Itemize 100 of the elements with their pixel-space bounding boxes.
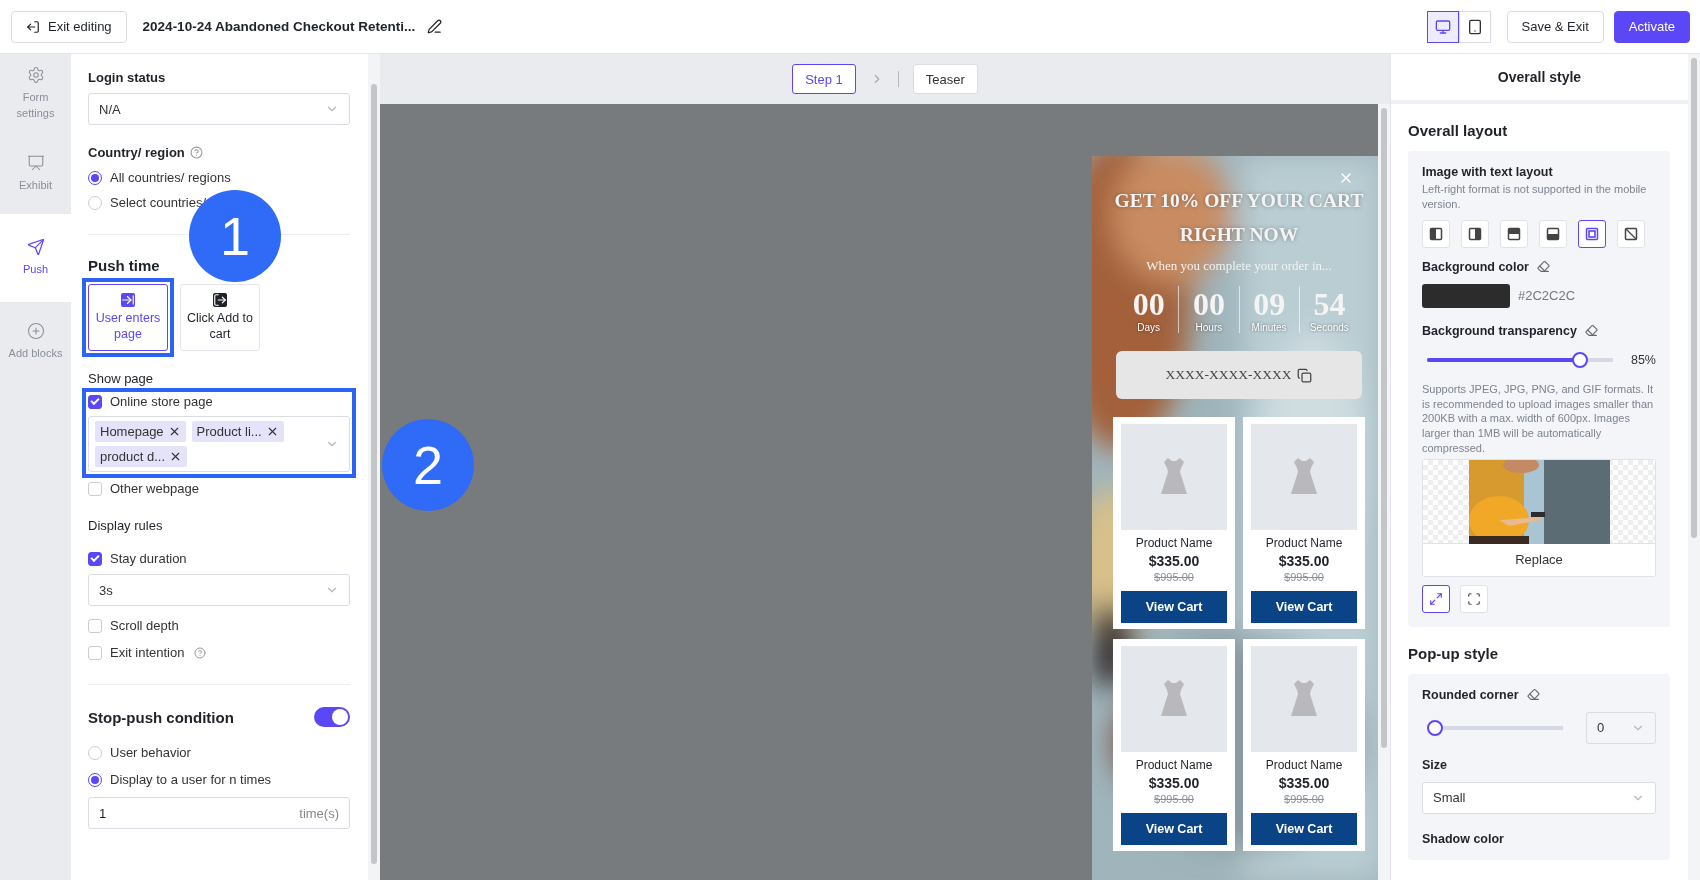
- countdown-value: 00: [1132, 286, 1165, 322]
- countdown-unit: Days: [1137, 322, 1160, 333]
- scrollbar[interactable]: [1378, 104, 1390, 880]
- field-label: Login status: [88, 70, 167, 85]
- original-price: $995.00: [1154, 793, 1194, 805]
- checkbox[interactable]: [88, 551, 102, 566]
- product-price: $335.00: [1148, 553, 1200, 569]
- help-icon: [189, 146, 203, 159]
- save-exit-button[interactable]: Save & Exit: [1506, 10, 1604, 43]
- toggle-switch[interactable]: [314, 707, 350, 727]
- step-tab[interactable]: Step 1: [792, 64, 856, 94]
- countdown-value: 09: [1253, 286, 1286, 322]
- original-price: $995.00: [1154, 571, 1194, 583]
- original-price: $995.00: [1284, 571, 1324, 583]
- presentation-icon: [26, 154, 45, 173]
- layout-icon: [1584, 225, 1600, 242]
- field-label: Country/ region: [88, 145, 185, 160]
- form-title: 2024-10-24 Abandoned Checkout Retenti...: [142, 19, 416, 34]
- push-time-option[interactable]: User enters page: [88, 284, 168, 351]
- eraser-icon[interactable]: [1584, 324, 1598, 338]
- product-name: Product Name: [1265, 536, 1343, 550]
- checkbox-label: Other webpage: [110, 481, 199, 496]
- step-tab[interactable]: Teaser: [912, 64, 978, 94]
- section-title: Push time: [88, 257, 161, 274]
- slider-value: 85%: [1630, 352, 1656, 367]
- product-name: Product Name: [1265, 758, 1343, 772]
- dress-icon: [1159, 679, 1189, 719]
- times-input[interactable]: 1 time(s): [88, 797, 350, 829]
- field-label: Size: [1422, 757, 1448, 772]
- radio-label: User behavior: [110, 745, 191, 760]
- radio-label: Select countries/: [110, 195, 207, 210]
- layout-icon: [1428, 225, 1444, 242]
- section-title: Overall layout: [1408, 122, 1509, 139]
- countdown-value: 54: [1313, 286, 1346, 322]
- product-price: $335.00: [1278, 775, 1330, 791]
- countdown-unit: Hours: [1195, 322, 1223, 333]
- settings-icon: [26, 66, 45, 85]
- frame-icon: [1467, 591, 1481, 606]
- push-time-option[interactable]: Click Add to cart: [180, 284, 260, 351]
- add-icon: [26, 322, 45, 341]
- field-label: Rounded corner: [1422, 687, 1519, 702]
- view-toggle[interactable]: [1426, 10, 1459, 43]
- product-price: $335.00: [1278, 553, 1330, 569]
- field-label: Display rules: [88, 518, 164, 533]
- duration-select[interactable]: 3s: [88, 574, 350, 606]
- checkbox-label: Online store page: [110, 394, 213, 409]
- countdown-unit: Minutes: [1251, 322, 1287, 333]
- corner-select[interactable]: 0: [1586, 711, 1656, 744]
- nav-item[interactable]: Push: [0, 214, 71, 302]
- dress-icon: [1289, 679, 1319, 719]
- color-swatch[interactable]: [1422, 283, 1510, 308]
- product-name: Product Name: [1135, 536, 1213, 550]
- exit-icon: [26, 19, 40, 34]
- field-label: Image with text layout: [1422, 165, 1554, 179]
- enter-icon: [213, 292, 227, 307]
- view-cart-button[interactable]: View Cart: [1251, 591, 1357, 623]
- checkbox-label: Scroll depth: [110, 618, 179, 633]
- size-select[interactable]: Small: [1422, 781, 1656, 814]
- slider-thumb[interactable]: [1571, 351, 1588, 368]
- dress-icon: [1159, 457, 1189, 497]
- checkbox-label: Stay duration: [110, 551, 187, 566]
- page-tag: product d...: [95, 446, 188, 467]
- activate-button[interactable]: Activate: [1613, 10, 1690, 43]
- exit-editing-button[interactable]: Exit editing: [11, 10, 127, 43]
- send-icon: [26, 238, 45, 257]
- checkbox-label: Exit intention: [110, 645, 185, 660]
- desktop-icon: [1434, 18, 1451, 35]
- countdown-value: 00: [1192, 286, 1225, 322]
- scrollbar[interactable]: [1688, 54, 1700, 880]
- section-title: Stop-push condition: [88, 708, 234, 726]
- field-label: Background transparency: [1422, 323, 1577, 338]
- slider-thumb[interactable]: [1427, 719, 1443, 736]
- coupon-code[interactable]: XXXX-XXXX-XXXX: [1116, 351, 1362, 399]
- section-title: Pop-up style: [1408, 644, 1499, 662]
- dress-icon: [1289, 457, 1319, 497]
- layout-icon: [1467, 225, 1483, 242]
- eraser-icon[interactable]: [1536, 260, 1550, 274]
- original-price: $995.00: [1284, 793, 1324, 805]
- expand-icon: [1429, 591, 1443, 606]
- hint-text: Left-right format is not supported in the mobile version.: [1422, 182, 1648, 212]
- page-select[interactable]: Homepage Product li... product d...: [88, 416, 350, 472]
- scrollbar[interactable]: [368, 54, 380, 880]
- view-cart-button[interactable]: View Cart: [1251, 813, 1357, 845]
- layout-icon: [1506, 225, 1522, 242]
- view-cart-button[interactable]: View Cart: [1121, 813, 1227, 845]
- layout-option[interactable]: [1578, 219, 1606, 248]
- field-label: Background color: [1422, 259, 1529, 274]
- product-price: $335.00: [1148, 775, 1200, 791]
- countdown-unit: Seconds: [1309, 322, 1349, 333]
- layout-icon: [1545, 225, 1561, 242]
- page-tag: Homepage: [95, 421, 186, 442]
- edit-icon[interactable]: [427, 19, 443, 34]
- view-cart-button[interactable]: View Cart: [1121, 591, 1227, 623]
- page-tag: Product li...: [191, 421, 284, 442]
- layout-icon: [1623, 225, 1639, 242]
- enter-icon: [121, 292, 135, 307]
- image-fit-option[interactable]: [1422, 584, 1450, 613]
- checkbox[interactable]: [88, 394, 102, 409]
- login-status-select[interactable]: N/A: [88, 93, 350, 125]
- eraser-icon[interactable]: [1526, 688, 1540, 702]
